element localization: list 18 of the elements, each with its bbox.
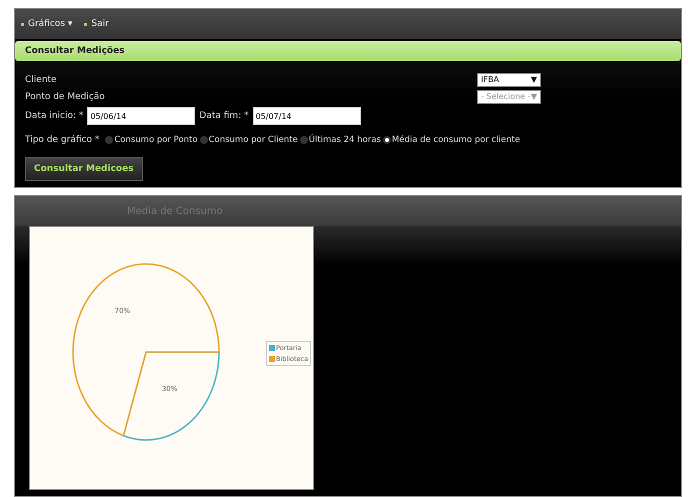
client-select[interactable]: IFBA ▼ xyxy=(477,72,541,86)
query-button[interactable]: Consultar Medicoes xyxy=(25,157,143,181)
field-label: Data fim: * xyxy=(199,111,249,121)
start-date-field[interactable]: 05/06/14 xyxy=(87,107,196,125)
chart-type-radio[interactable]: Consumo por Cliente xyxy=(200,135,298,145)
section-title-bar: Consultar Medições xyxy=(15,41,681,61)
field-label: Cliente xyxy=(25,74,57,84)
legend-swatch xyxy=(269,356,275,362)
nav-link[interactable]: Sair xyxy=(84,19,109,29)
field-label: Data inicio: * xyxy=(25,111,84,121)
end-date-field[interactable]: 05/07/14 xyxy=(252,107,361,125)
chart-type-radio[interactable]: Média de consumo por cliente xyxy=(382,135,520,145)
nav-link[interactable]: Gráficos ▾ xyxy=(21,19,72,29)
field-label: Tipo de gráfico * xyxy=(25,135,100,145)
field-label: Ponto de Medição xyxy=(25,92,105,102)
legend-swatch xyxy=(269,345,275,351)
chart-type-radio[interactable]: Últimas 24 horas xyxy=(300,135,381,145)
chart-type-radio[interactable]: Consumo por Ponto xyxy=(105,135,198,145)
